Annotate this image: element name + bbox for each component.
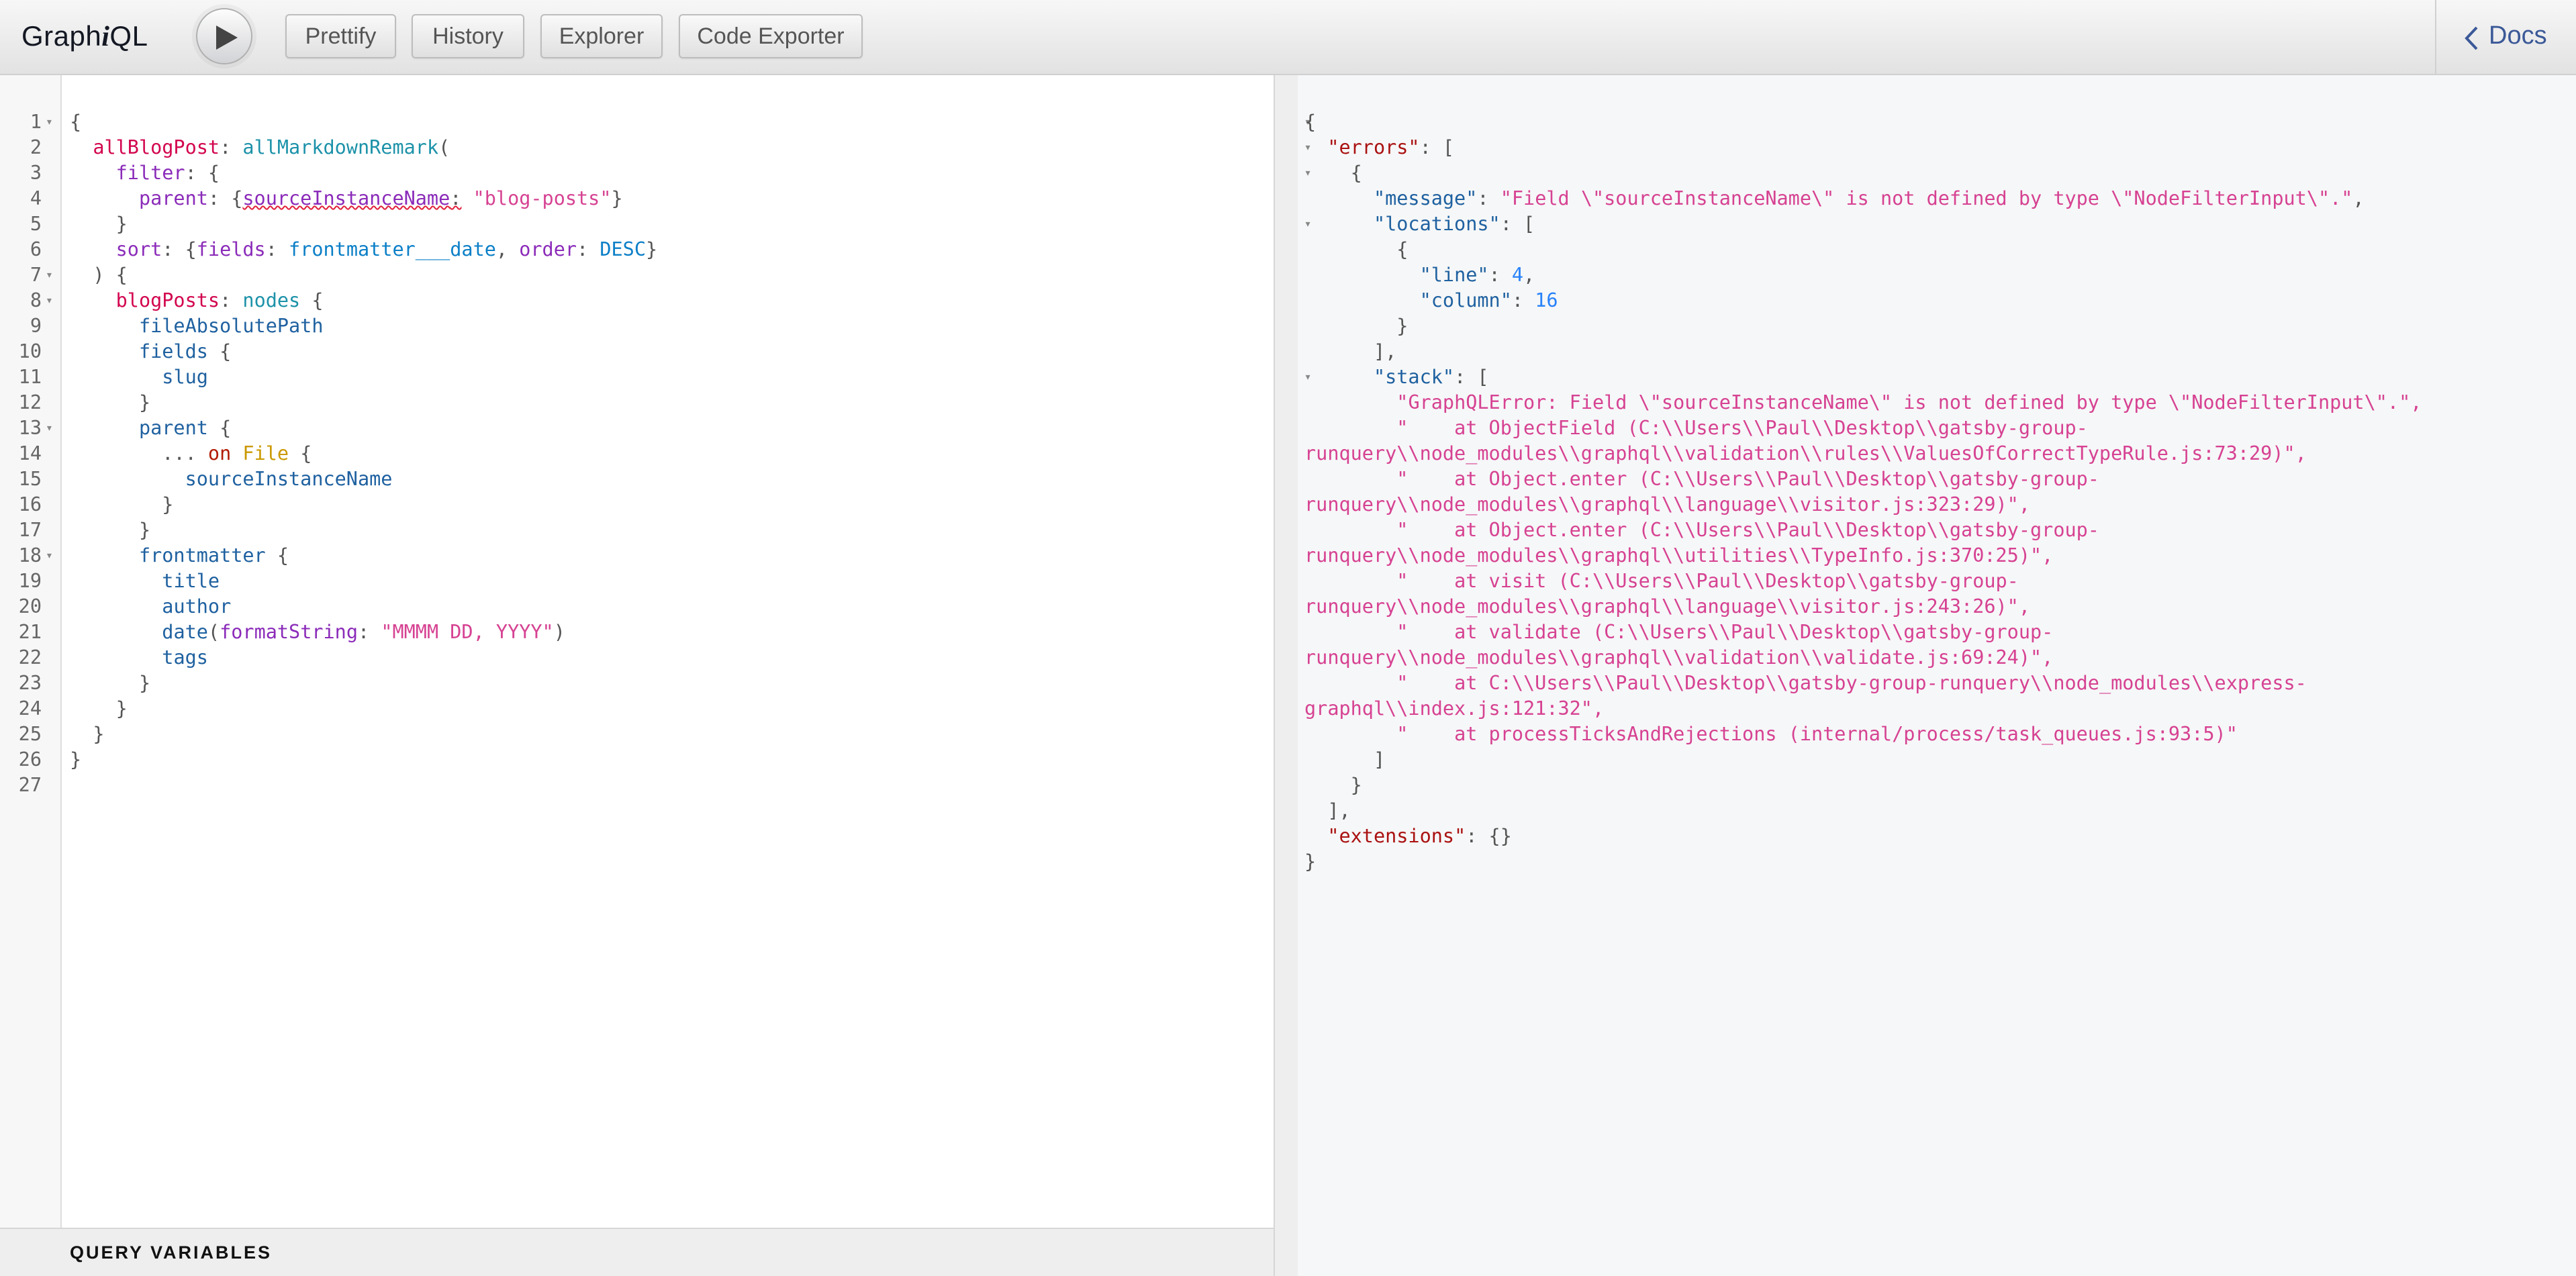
fold-markers: ▾ ▾ ▾ ▾ ▾ (46, 109, 59, 569)
query-code[interactable]: { allBlogPost: allMarkdownRemark( filter… (70, 109, 657, 798)
history-button[interactable]: History (412, 14, 524, 58)
toolbar: GraphiQL Prettify History Explorer Code … (0, 0, 2576, 75)
code-line: } (115, 697, 128, 720)
explorer-button[interactable]: Explorer (540, 14, 663, 58)
code-line: sourceInstanceName (185, 468, 393, 490)
stack-line: " at visit (C:\\Users\\Paul\\Desktop\\ga… (1396, 570, 2019, 592)
query-variables-title: QUERY VARIABLES (70, 1242, 273, 1263)
stack-line: runquery\\node_modules\\graphql\\utiliti… (1304, 544, 2054, 567)
code-line: sort: {fields: frontmatter___date, order… (115, 238, 658, 260)
stack-line: " at Object.enter (C:\\Users\\Paul\\Desk… (1396, 468, 2099, 490)
execute-query-button[interactable] (196, 8, 252, 64)
code-line: fileAbsolutePath (138, 315, 324, 337)
query-editor[interactable]: 1 2 3 4 5 6 7 8 9 10 11 12 13 14 15 16 1… (0, 75, 1274, 1228)
code-line: author (162, 595, 232, 618)
code-line: { (70, 111, 82, 133)
code-line: } (93, 723, 105, 745)
fold-arrow-icon[interactable]: ▾ (46, 262, 59, 288)
code-line: } (70, 748, 82, 771)
stack-line: " at ObjectField (C:\\Users\\Paul\\Deskt… (1396, 417, 2088, 439)
code-line: blogPosts: nodes { (115, 289, 324, 311)
code-line: } (138, 391, 151, 413)
validation-error-underline: sourceInstanceName (242, 187, 450, 209)
code-line: } (138, 672, 151, 694)
stack-line: runquery\\node_modules\\graphql\\languag… (1304, 493, 2030, 516)
stack-line: runquery\\node_modules\\graphql\\validat… (1304, 442, 2307, 464)
graphiql-logo: GraphiQL (21, 20, 148, 52)
stack-line: " at validate (C:\\Users\\Paul\\Desktop\… (1396, 621, 2054, 643)
fold-arrow-icon[interactable]: ▾ (46, 109, 59, 135)
stack-line: " at processTicksAndRejections (internal… (1396, 723, 2238, 745)
fold-arrow-icon[interactable]: ▾ (46, 415, 59, 441)
code-line: parent: {sourceInstanceName: "blog-posts… (138, 187, 623, 209)
pane-resize-handle[interactable] (1274, 75, 1298, 1276)
stack-line: graphql\\index.js:121:32", (1304, 697, 1605, 720)
stack-line: " at C:\\Users\\Paul\\Desktop\\gatsby-gr… (1396, 672, 2307, 694)
code-line: slug (162, 366, 208, 388)
result-json: { "errors": [ { "message": "Field \"sour… (1304, 111, 2422, 873)
code-line: } (162, 493, 174, 516)
code-line: title (162, 570, 220, 592)
prettify-button[interactable]: Prettify (285, 14, 396, 58)
fold-arrow-icon[interactable]: ▾ (46, 543, 59, 569)
play-icon (216, 26, 238, 50)
docs-toggle-area: Docs (2435, 0, 2576, 74)
code-line: filter: { (115, 162, 220, 184)
code-line: date(formatString: "MMMM DD, YYYY") (162, 621, 565, 643)
stack-line: "GraphQLError: Field \"sourceInstanceNam… (1396, 391, 2422, 413)
code-line: } (138, 519, 151, 541)
query-variables-toggle[interactable]: QUERY VARIABLES (0, 1228, 1274, 1276)
code-line: frontmatter { (138, 544, 289, 567)
code-line: allBlogPost: allMarkdownRemark( (93, 136, 450, 158)
stack-line: runquery\\node_modules\\graphql\\validat… (1304, 646, 2054, 669)
code-line: parent { (138, 417, 232, 439)
line-numbers: 1 2 3 4 5 6 7 8 9 10 11 12 13 14 15 16 1… (18, 111, 42, 796)
code-line: tags (162, 646, 208, 669)
code-line: ) { (93, 264, 128, 286)
code-exporter-button[interactable]: Code Exporter (679, 14, 863, 58)
code-line: ... on File { (162, 442, 312, 464)
code-line: } (115, 213, 128, 235)
stack-line: " at Object.enter (C:\\Users\\Paul\\Desk… (1396, 519, 2099, 541)
code-line: fields { (138, 340, 232, 362)
fold-arrow-icon[interactable]: ▾ (46, 288, 59, 313)
result-pane: ▾ ▾ ▾ ▾ ▾ { "errors": [ { "message": "Fi… (1298, 75, 2576, 1276)
stack-line: runquery\\node_modules\\graphql\\languag… (1304, 595, 2030, 618)
chevron-left-icon (2465, 26, 2478, 50)
